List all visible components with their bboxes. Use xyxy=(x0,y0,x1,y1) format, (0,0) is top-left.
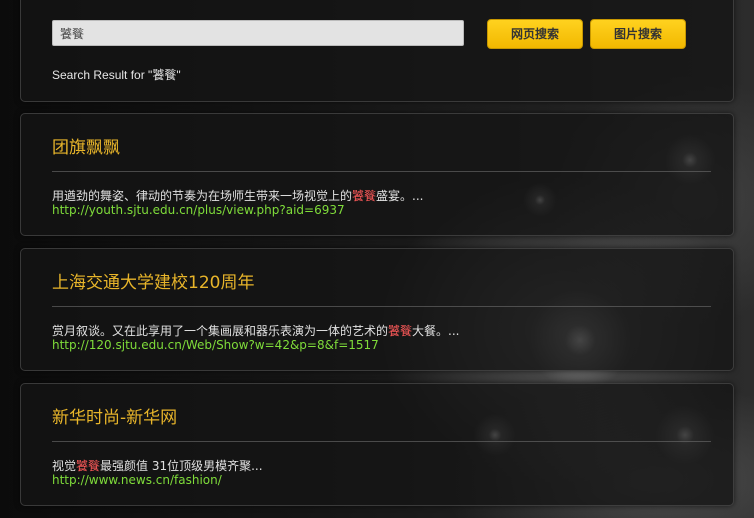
result-title[interactable]: 上海交通大学建校120周年 xyxy=(52,268,254,293)
web-search-button[interactable]: 网页搜索 xyxy=(487,19,583,49)
result-title[interactable]: 团旗飘飘 xyxy=(52,133,120,158)
keyword-highlight: 饕餮 xyxy=(76,459,101,473)
result-snippet: 视觉饕餮最强颜值 31位顶级男模齐聚... xyxy=(52,459,263,473)
image-search-button[interactable]: 图片搜索 xyxy=(590,19,686,49)
search-input[interactable]: 饕餮 xyxy=(52,20,464,46)
search-panel: 饕餮 网页搜索 图片搜索 Search Result for "饕餮" xyxy=(20,0,734,102)
result-card: 新华时尚-新华网 视觉饕餮最强颜值 31位顶级男模齐聚... http://ww… xyxy=(20,383,734,506)
result-card: 上海交通大学建校120周年 赏月叙谈。又在此享用了一个集画展和器乐表演为一体的艺… xyxy=(20,248,734,371)
keyword-highlight: 饕餮 xyxy=(352,189,377,203)
search-result-label: Search Result for "饕餮" xyxy=(52,68,181,82)
result-url[interactable]: http://youth.sjtu.edu.cn/plus/view.php?a… xyxy=(52,203,345,217)
result-url[interactable]: http://120.sjtu.edu.cn/Web/Show?w=42&p=8… xyxy=(52,338,379,352)
keyword-highlight: 饕餮 xyxy=(388,324,413,338)
divider xyxy=(52,306,711,307)
divider xyxy=(52,441,711,442)
result-snippet: 用遒劲的舞姿、律动的节奏为在场师生带来一场视觉上的饕餮盛宴。... xyxy=(52,189,424,203)
divider xyxy=(52,171,711,172)
result-url[interactable]: http://www.news.cn/fashion/ xyxy=(52,473,222,487)
result-title[interactable]: 新华时尚-新华网 xyxy=(52,403,177,428)
result-card: 团旗飘飘 用遒劲的舞姿、律动的节奏为在场师生带来一场视觉上的饕餮盛宴。... h… xyxy=(20,113,734,236)
result-snippet: 赏月叙谈。又在此享用了一个集画展和器乐表演为一体的艺术的饕餮大餐。... xyxy=(52,324,460,338)
